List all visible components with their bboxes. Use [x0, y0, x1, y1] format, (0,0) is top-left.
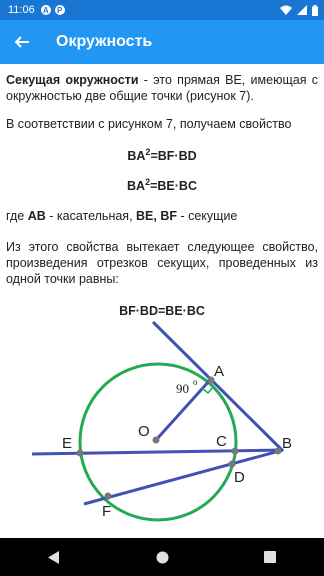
signal-icon: [297, 5, 307, 15]
status-time: 11:06: [8, 4, 35, 16]
legend-tangent-name: AB: [27, 209, 46, 223]
legend-secant-text: - секущие: [177, 209, 238, 223]
label-b: B: [282, 435, 292, 452]
system-nav-bar: [0, 538, 324, 576]
label-d: D: [234, 469, 245, 486]
point-e: [76, 449, 84, 457]
label-a: A: [214, 363, 224, 380]
circle-home-icon: [156, 551, 168, 563]
app-bar: Окружность: [0, 20, 324, 64]
label-c: C: [216, 433, 227, 450]
point-f: [104, 492, 112, 500]
formula-ba-be-bc: BA2=BE·BC: [6, 178, 318, 194]
point-d: [228, 460, 236, 468]
legend-prefix: где: [6, 209, 28, 223]
system-status-icons: [280, 0, 318, 20]
square-recents-icon: [264, 551, 276, 563]
formula1-rest: =BF·BD: [150, 149, 197, 163]
angle-label: 90: [176, 381, 189, 396]
secant-term: Секущая окружности: [6, 73, 139, 87]
point-o: [152, 436, 160, 444]
angle-degree-mark: o: [193, 377, 198, 387]
secant-diagram: A O E C B D F 90 o: [31, 320, 292, 522]
legend-tangent-text: - касательная,: [45, 209, 137, 223]
point-b: [274, 447, 282, 455]
status-bar: 11:06 A P: [0, 0, 324, 20]
label-e: E: [62, 435, 72, 452]
formula2-base: BA: [127, 179, 146, 193]
formula1-base: BA: [127, 149, 146, 163]
notification-p-icon: P: [54, 5, 65, 15]
secant-property-paragraph: Из этого свойства вытекает следующее сво…: [6, 240, 318, 286]
legend-secant-names: BE, BF: [136, 209, 177, 223]
article-content: Секущая окружности - это прямая BE, имею…: [0, 64, 324, 538]
formula-ba-bf-bd: BA2=BF·BD: [6, 148, 318, 164]
secant-line-bf: [83, 448, 284, 506]
property-intro: В соответствии с рисунком 7, получаем св…: [6, 117, 292, 131]
back-button[interactable]: [0, 20, 44, 64]
nav-home-button[interactable]: [142, 538, 182, 576]
formula2-rest: =BE·BC: [150, 179, 197, 193]
tangent-line-ab: [151, 320, 285, 453]
definition-paragraph: Секущая окружности - это прямая BE, имею…: [6, 72, 318, 104]
label-f: F: [102, 503, 111, 520]
nav-recents-button[interactable]: [250, 538, 290, 576]
wifi-icon: [280, 5, 292, 15]
notification-icons: A P: [40, 5, 65, 15]
label-o: O: [138, 423, 150, 440]
page-title: Окружность: [56, 33, 153, 50]
battery-icon: [312, 4, 318, 16]
arrow-back-icon: [14, 36, 29, 48]
legend-paragraph: где AB - касательная, BE, BF - секущие: [6, 208, 318, 224]
point-c: [231, 447, 239, 455]
notification-a-icon: A: [40, 5, 51, 15]
triangle-back-icon: [48, 550, 59, 564]
nav-back-button[interactable]: [34, 538, 74, 576]
